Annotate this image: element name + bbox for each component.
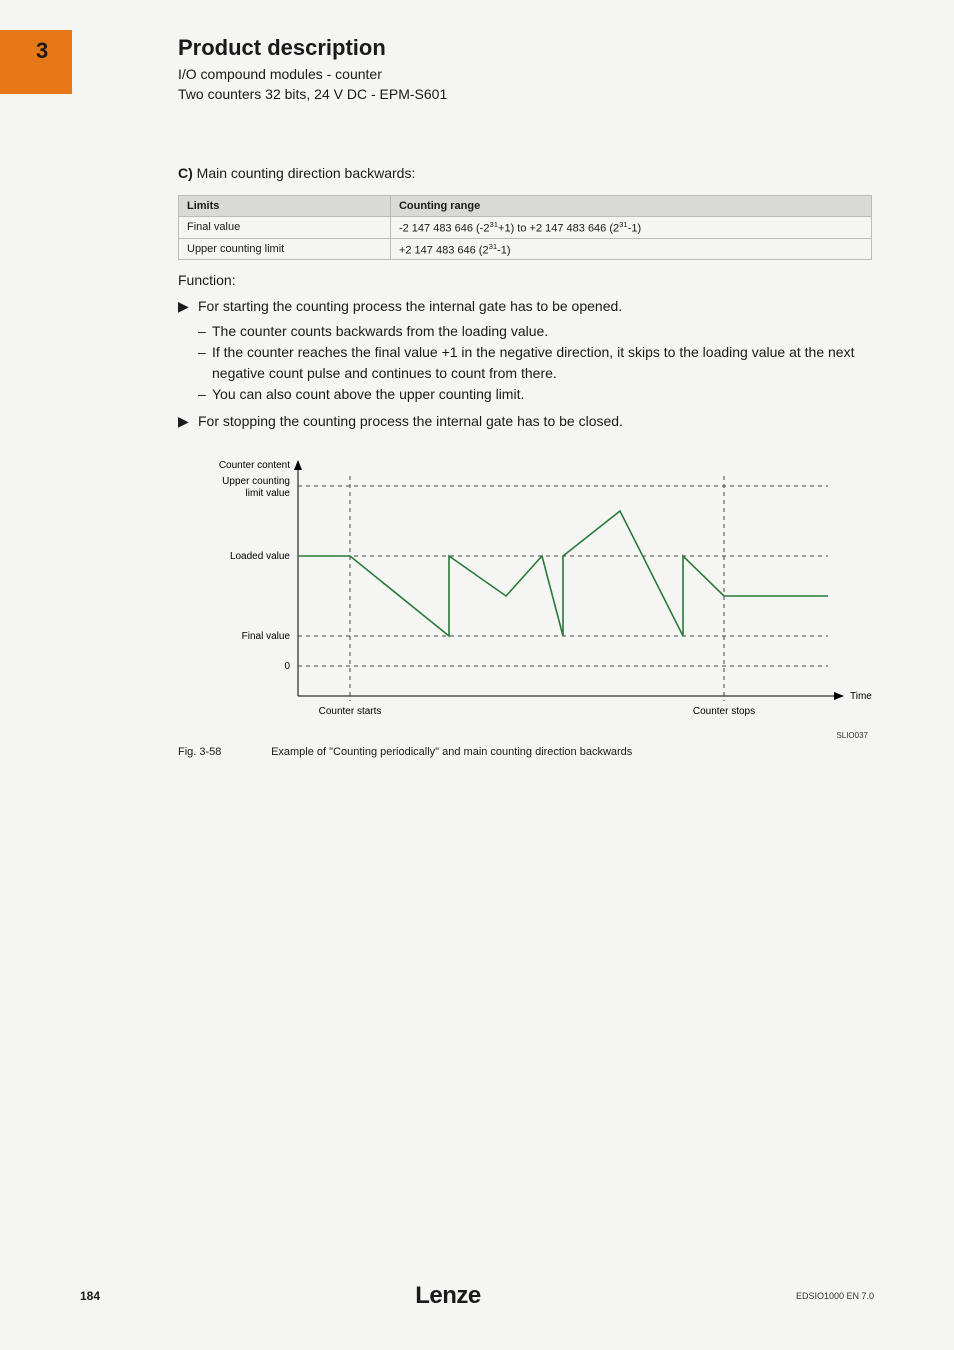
doc-code: EDSIO1000 EN 7.0 [796,1291,874,1301]
page-number: 184 [80,1289,100,1303]
brand-logo: Lenze [415,1282,481,1310]
chapter-number: 3 [36,38,48,64]
limits-table: Limits Counting range Final value -2 147… [178,195,872,260]
triangle-icon: ▶ [178,411,198,432]
sub-bullet-text: The counter counts backwards from the lo… [212,321,548,342]
figure-code: SLIO037 [178,731,872,740]
y-tick-label: Loaded value [230,551,290,562]
figure-caption: Fig. 3-58 Example of "Counting periodica… [178,746,872,758]
y-tick-label: 0 [284,661,290,672]
th-limits: Limits [179,196,391,217]
th-range: Counting range [390,196,871,217]
table-row: Final value -2 147 483 646 (-231+1) to +… [179,217,872,239]
section-c-prefix: C) [178,165,193,181]
cell-range: +2 147 483 646 (231-1) [390,238,871,260]
x-event-label: Counter starts [319,706,382,717]
section-c-heading: C) Main counting direction backwards: [178,165,872,181]
y-axis-title: Counter content [219,460,290,471]
counter-chart: Counter content Upper counting limit val… [178,446,872,726]
section-c-text: Main counting direction backwards: [193,165,416,181]
x-event-label: Counter stops [693,706,755,717]
table-row: Upper counting limit +2 147 483 646 (231… [179,238,872,260]
main-content: C) Main counting direction backwards: Li… [178,165,872,758]
figure-wrap: Counter content Upper counting limit val… [178,446,872,758]
page-header: Product description I/O compound modules… [178,35,447,104]
y-tick-label: Final value [242,631,291,642]
sub-bullet-text: You can also count above the upper count… [212,384,524,405]
bullet-text: For starting the counting process the in… [198,296,622,317]
bullet-text: For stopping the counting process the in… [198,411,623,432]
figure-number: Fig. 3-58 [178,746,268,758]
dash-icon: – [198,321,212,342]
cell-limit: Final value [179,217,391,239]
y-tick-label: limit value [246,488,291,499]
x-axis-title: Time [850,691,872,702]
figure-caption-text: Example of "Counting periodically" and m… [271,746,632,758]
page-subtitle-2: Two counters 32 bits, 24 V DC - EPM-S601 [178,85,447,105]
triangle-icon: ▶ [178,296,198,317]
page-subtitle-1: I/O compound modules - counter [178,65,447,85]
y-tick-label: Upper counting [222,476,290,487]
page-footer: 184 Lenze EDSIO1000 EN 7.0 [0,1282,954,1310]
dash-icon: – [198,342,212,384]
cell-limit: Upper counting limit [179,238,391,260]
bullet-list: ▶ For starting the counting process the … [178,296,872,432]
page-title: Product description [178,35,447,61]
dash-icon: – [198,384,212,405]
sub-bullet-text: If the counter reaches the final value +… [212,342,872,384]
cell-range: -2 147 483 646 (-231+1) to +2 147 483 64… [390,217,871,239]
function-label: Function: [178,272,872,288]
